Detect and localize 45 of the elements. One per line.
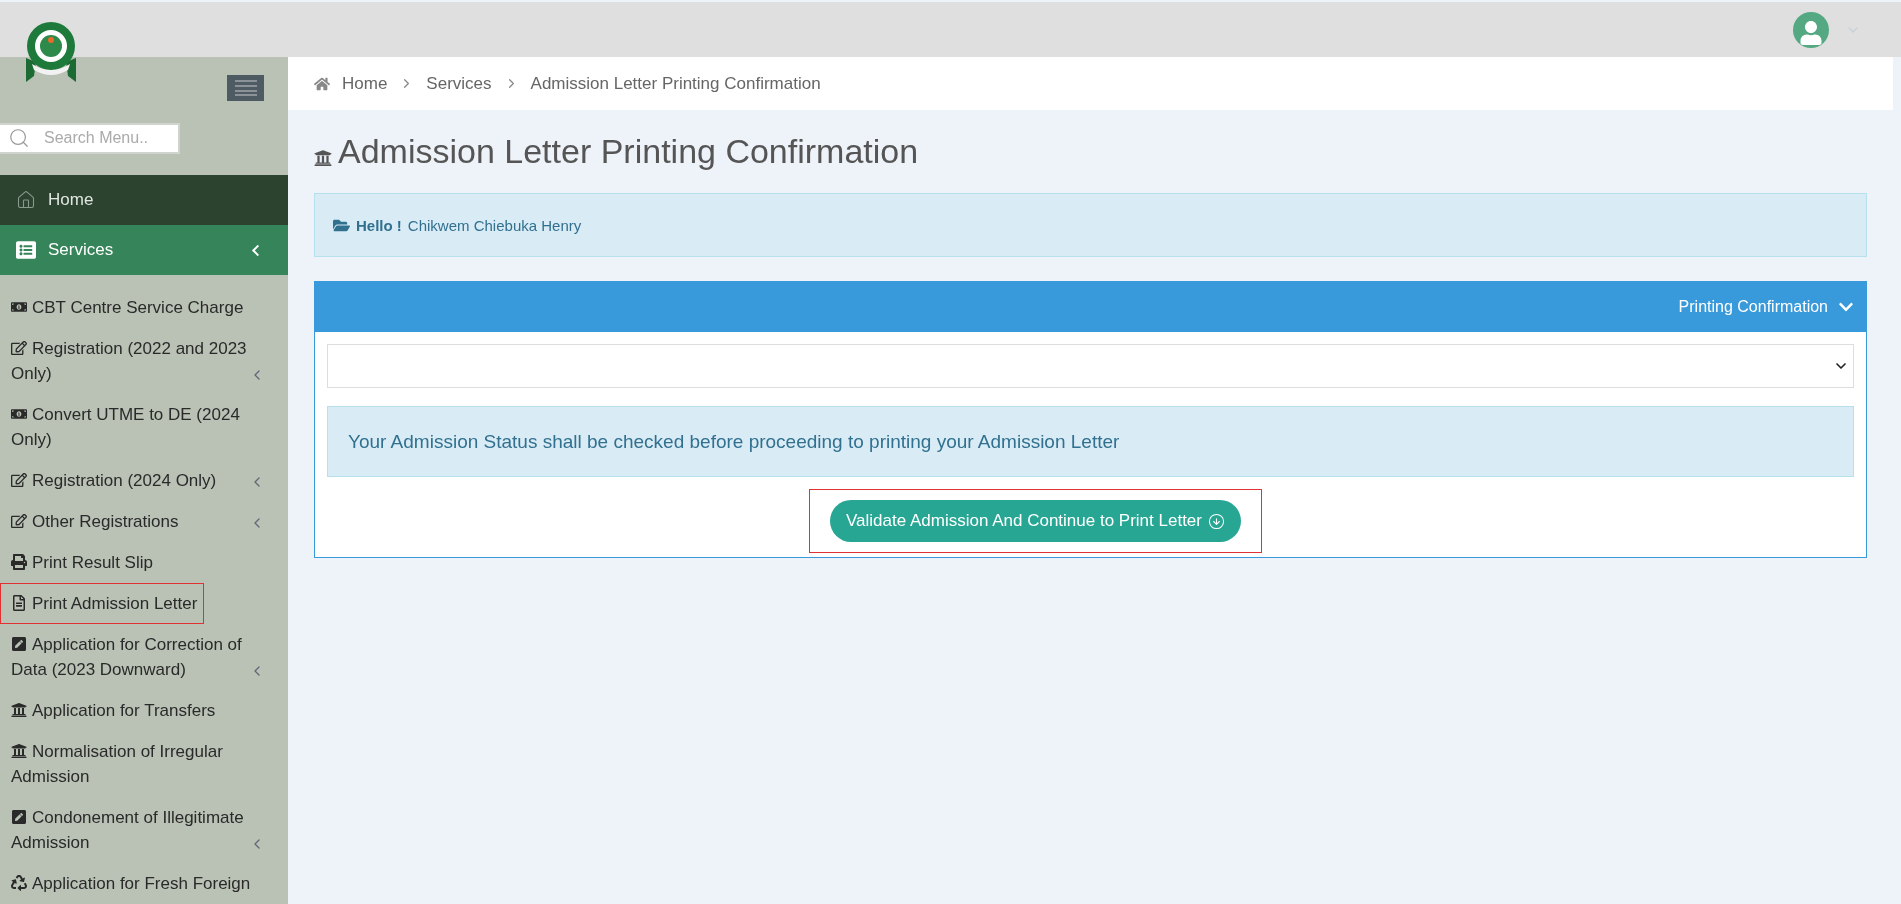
notice-text: Your Admission Status shall be checked before proceeding to printing your Admission Letter: [327, 406, 1854, 477]
menu-item[interactable]: Convert UTME to DE (2024 Only): [0, 394, 288, 460]
menu-item[interactable]: Normalisation of Irregular Admission: [0, 731, 288, 797]
edit-icon: [11, 472, 27, 488]
home-icon: [16, 190, 36, 210]
menu-item[interactable]: Condonement of Illegitimate Admission: [0, 797, 288, 863]
search-icon: [8, 127, 30, 150]
printer-icon: [11, 554, 27, 570]
user-avatar[interactable]: [1793, 11, 1829, 48]
banknote-icon: [11, 299, 27, 315]
menu-item[interactable]: Application for Transfers: [0, 690, 288, 731]
menu-item[interactable]: CBT Centre Service Charge: [0, 287, 288, 328]
list-icon: [16, 240, 36, 260]
search-box[interactable]: Search Menu..: [0, 122, 180, 154]
menu-item[interactable]: Application for Correction of Data (2023 Downward): [0, 624, 288, 690]
menu-item[interactable]: Registration (2024 Only): [0, 460, 288, 501]
edit-icon: [11, 513, 27, 529]
page-title: Admission Letter Printing Confirmation: [338, 132, 919, 171]
menu-toggle-button[interactable]: [227, 75, 264, 101]
bank-icon: [11, 702, 27, 718]
breadcrumb-link[interactable]: Services: [426, 73, 492, 94]
banknote-icon: [11, 406, 27, 422]
menu-item[interactable]: Application for Fresh Foreign: [0, 863, 288, 904]
menu-item[interactable]: Print Admission Letter: [0, 583, 205, 624]
nav-item[interactable]: Home: [0, 175, 288, 225]
menu-item[interactable]: Registration (2022 and 2023 Only): [0, 328, 288, 394]
document-icon: [11, 595, 27, 611]
download-icon: [1208, 512, 1225, 530]
pencil-icon: [11, 636, 27, 652]
card-title: Printing Confirmation: [1678, 298, 1828, 316]
recycle-icon: [11, 875, 27, 891]
select-field[interactable]: [327, 344, 1854, 388]
chevron-left-icon: [249, 243, 262, 257]
nav-item[interactable]: Services: [0, 225, 288, 275]
pencil-icon: [11, 809, 27, 825]
home-icon: [314, 75, 330, 92]
bank-icon: [11, 743, 27, 759]
menu-item[interactable]: Print Result Slip: [0, 542, 288, 583]
edit-icon: [11, 340, 27, 356]
bank-icon: [314, 149, 332, 167]
menu-item[interactable]: Other Registrations: [0, 501, 288, 542]
greeting-label: Hello !: [356, 216, 402, 234]
breadcrumb-link[interactable]: Home: [342, 73, 388, 94]
user-name: Chikwem Chiebuka Henry: [407, 216, 582, 234]
menu-icon: [234, 79, 257, 96]
